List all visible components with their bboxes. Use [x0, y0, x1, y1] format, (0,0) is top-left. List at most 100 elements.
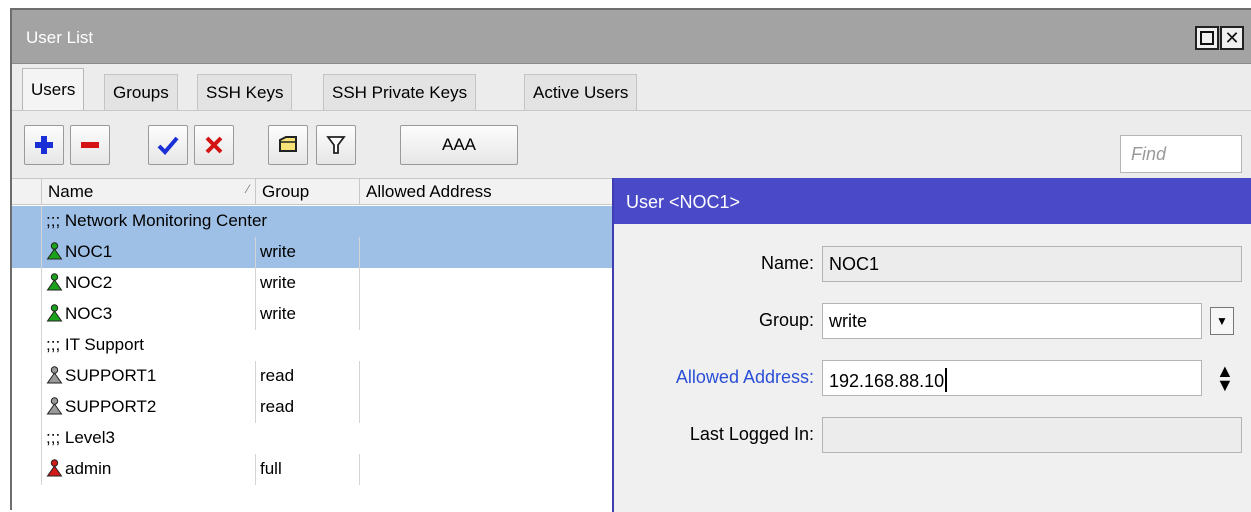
comment-text: ;;; Network Monitoring Center: [46, 211, 268, 230]
allowed-address-input[interactable]: 192.168.88.10: [822, 360, 1202, 396]
tab-active-users[interactable]: Active Users: [524, 74, 638, 110]
disable-button[interactable]: [194, 125, 234, 165]
tab-ssh-keys[interactable]: SSH Keys: [197, 74, 293, 110]
comment-row[interactable]: ;;; Level3: [12, 423, 612, 454]
text-caret: [945, 368, 948, 392]
allowed-address-spinner[interactable]: ▲ ▼: [1216, 361, 1234, 395]
allowed-address-label: Allowed Address:: [675, 367, 814, 387]
column-label: Group: [262, 182, 310, 201]
top-edge: [0, 0, 1251, 8]
user-dialog: User <NOC1> Name: NOC1 Group: write ▼ Al…: [612, 178, 1251, 512]
aaa-button[interactable]: AAA: [400, 125, 518, 165]
window-titlebar[interactable]: User List ✕: [12, 10, 1251, 64]
maximize-button[interactable]: [1195, 26, 1219, 50]
remove-icon: [81, 142, 99, 148]
row-gutter: [12, 330, 42, 361]
row-gutter: [12, 206, 42, 237]
user-name: NOC3: [65, 304, 113, 323]
table-row[interactable]: SUPPORT2 read: [12, 392, 612, 423]
last-logged-in-field: [822, 417, 1242, 453]
allowed-address-value: 192.168.88.10: [829, 371, 945, 391]
tab-groups[interactable]: Groups: [104, 74, 178, 110]
cell-name: SUPPORT2: [42, 392, 256, 423]
tab-label: Users: [31, 79, 76, 99]
table-row[interactable]: NOC2 write: [12, 268, 612, 299]
tab-label: SSH Private Keys: [332, 82, 468, 102]
user-table: Name ⁄ Group Allowed Address ;;; Network …: [12, 178, 612, 512]
cell-group: read: [256, 392, 360, 423]
cell-allowed-address: [360, 361, 612, 392]
row-gutter: [12, 361, 42, 392]
user-name: admin: [65, 459, 112, 478]
cell-name: NOC3: [42, 299, 256, 330]
row-gutter: [12, 392, 42, 423]
find-input[interactable]: Find: [1120, 135, 1242, 173]
add-button[interactable]: [24, 125, 64, 165]
comment-row[interactable]: ;;; Network Monitoring Center: [12, 206, 612, 237]
cell-name: NOC1: [42, 237, 256, 268]
comment-row[interactable]: ;;; IT Support: [12, 330, 612, 361]
close-button[interactable]: ✕: [1220, 26, 1244, 50]
table-header: Name ⁄ Group Allowed Address: [12, 178, 612, 205]
comment-button[interactable]: [268, 125, 308, 165]
filter-icon: [326, 136, 346, 154]
dialog-title[interactable]: User <NOC1>: [614, 178, 1251, 224]
enable-button[interactable]: [148, 125, 188, 165]
cell-allowed-address: [360, 392, 612, 423]
user-name: SUPPORT2: [65, 397, 157, 416]
name-field[interactable]: NOC1: [822, 246, 1242, 282]
cell-name: admin: [42, 454, 256, 485]
cell-allowed-address: [360, 454, 612, 485]
group-dropdown-button[interactable]: ▼: [1210, 307, 1234, 335]
table-row[interactable]: NOC1 write: [12, 237, 612, 268]
cell-name: SUPPORT1: [42, 361, 256, 392]
group-select[interactable]: write: [822, 303, 1202, 339]
cell-group: write: [256, 299, 360, 330]
table-row[interactable]: NOC3 write: [12, 299, 612, 330]
cell-group: read: [256, 361, 360, 392]
cell-group: full: [256, 454, 360, 485]
window-title: User List: [26, 28, 94, 47]
name-label: Name:: [760, 253, 814, 273]
user-list-window: User List ✕ Users Groups SSH Keys SSH Pr…: [10, 8, 1251, 512]
user-name: SUPPORT1: [65, 366, 157, 385]
tab-ssh-private-keys[interactable]: SSH Private Keys: [323, 74, 477, 110]
user-icon: [46, 459, 63, 477]
disable-x-icon: [205, 136, 223, 154]
group-label: Group:: [758, 310, 814, 330]
user-icon: [46, 273, 63, 291]
user-icon: [46, 366, 63, 384]
user-icon: [46, 304, 63, 322]
row-gutter: [12, 423, 42, 454]
chevron-down-icon: ▼: [1216, 314, 1228, 328]
sort-icon: ⁄: [246, 182, 249, 196]
tab-label: SSH Keys: [206, 82, 284, 102]
row-gutter: [12, 299, 42, 330]
filter-button[interactable]: [316, 125, 356, 165]
column-allowed-address[interactable]: Allowed Address: [360, 179, 612, 205]
comment-icon: [279, 136, 297, 152]
user-name: NOC2: [65, 273, 113, 292]
add-icon: [35, 136, 53, 154]
cell-group: write: [256, 268, 360, 299]
tab-label: Groups: [113, 82, 169, 102]
column-label: Name: [48, 182, 94, 201]
cell-allowed-address: [360, 299, 612, 330]
spinner-arrows-icon: ▲ ▼: [1216, 361, 1234, 395]
header-gutter: [12, 179, 42, 205]
column-group[interactable]: Group: [256, 179, 360, 205]
maximize-icon: [1200, 31, 1214, 45]
table-row[interactable]: admin full: [12, 454, 612, 485]
tab-users[interactable]: Users: [22, 68, 85, 110]
row-gutter: [12, 454, 42, 485]
column-name[interactable]: Name ⁄: [42, 179, 256, 205]
remove-button[interactable]: [70, 125, 110, 165]
enable-check-icon: [157, 136, 179, 155]
cell-name: NOC2: [42, 268, 256, 299]
last-logged-in-label: Last Logged In:: [689, 424, 814, 444]
table-row[interactable]: SUPPORT1 read: [12, 361, 612, 392]
toolbar: AAA Find: [12, 110, 1251, 178]
column-label: Allowed Address: [366, 182, 492, 201]
user-icon: [46, 242, 63, 260]
user-name: NOC1: [65, 242, 113, 261]
